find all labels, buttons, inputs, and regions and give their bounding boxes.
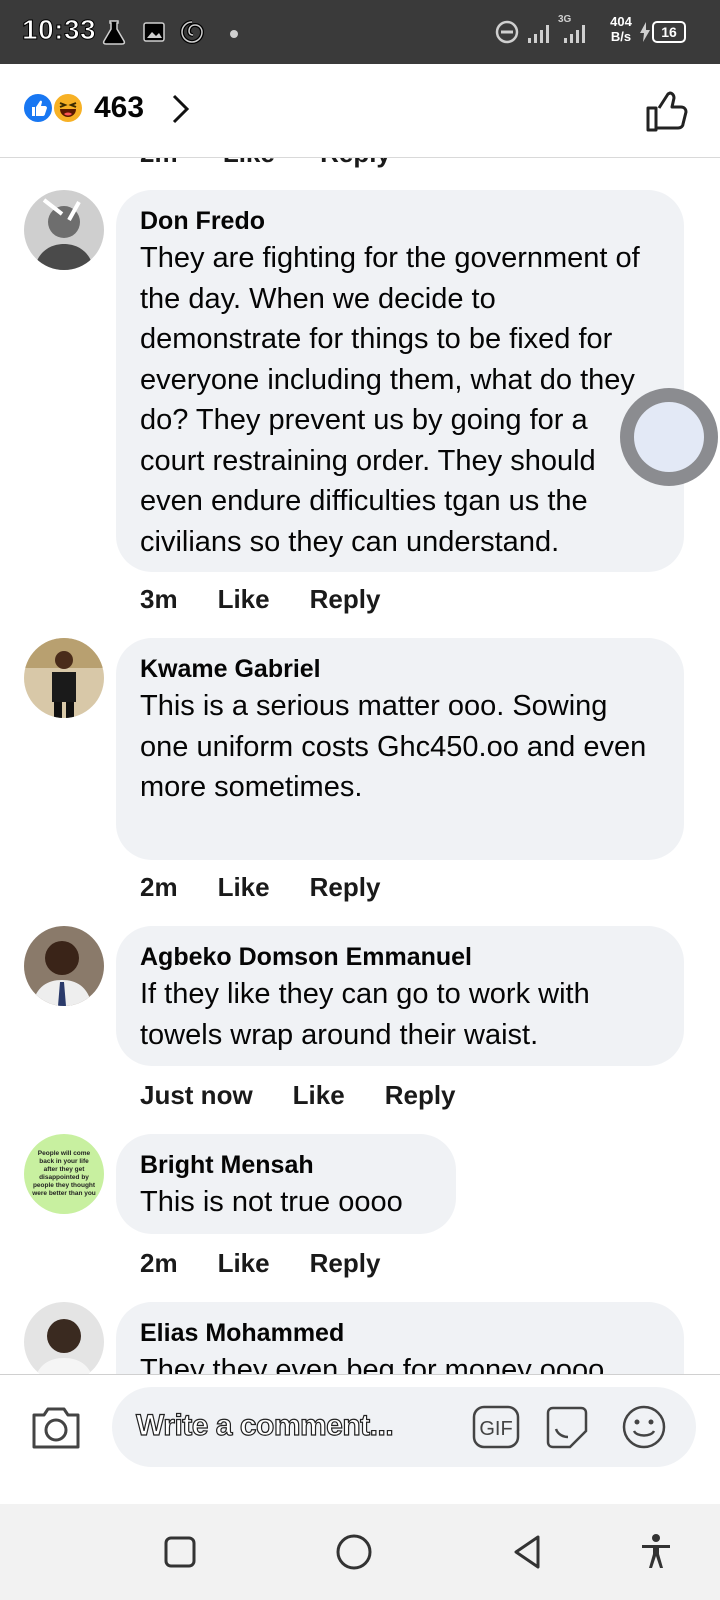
swirl-icon <box>178 18 206 46</box>
comment-author[interactable]: Don Fredo <box>140 204 660 238</box>
touch-indicator <box>620 388 718 486</box>
notification-dot <box>230 30 238 38</box>
comment-author[interactable]: Kwame Gabriel <box>140 652 660 686</box>
comment-time: 2m <box>140 872 178 902</box>
comment-text: If they like they can go to work with to… <box>140 978 590 1051</box>
svg-text:GIF: GIF <box>479 1418 512 1440</box>
comment-actions: 2m Like Reply <box>140 1248 420 1279</box>
comment-time: 2m <box>140 1248 178 1278</box>
clipped-action-row: 2m Like Reply <box>140 158 391 169</box>
comment-text: They are fighting for the government of … <box>140 242 640 558</box>
comment-input[interactable]: Write a comment... GIF <box>112 1387 696 1467</box>
comment-text: This is a serious matter ooo. Sowing one… <box>140 690 647 803</box>
bolt-icon <box>638 18 652 46</box>
network-type: 3G <box>558 14 572 25</box>
gif-icon[interactable]: GIF <box>472 1405 520 1449</box>
thumbs-up-icon[interactable] <box>644 88 690 134</box>
comment-bubble[interactable]: Bright Mensah This is not true oooo <box>116 1134 456 1234</box>
reply-button[interactable]: Reply <box>310 872 381 903</box>
back-icon[interactable] <box>508 1532 548 1572</box>
comment-time: Just now <box>140 1080 253 1110</box>
comment-author[interactable]: Elias Mohammed <box>140 1316 660 1350</box>
reply-button[interactable]: Reply <box>385 1080 456 1111</box>
like-button[interactable]: Like <box>218 1248 270 1279</box>
comment-bubble[interactable]: Agbeko Domson Emmanuel If they like they… <box>116 926 684 1066</box>
status-time: 10:33 <box>21 14 97 46</box>
comment-actions: 2m Like Reply <box>140 872 420 903</box>
accessibility-icon[interactable] <box>636 1532 676 1572</box>
comment-text: This is not true oooo <box>140 1186 403 1218</box>
comment-actions: 3m Like Reply <box>140 584 420 615</box>
reaction-count[interactable]: 463 <box>94 91 144 125</box>
chevron-right-icon[interactable] <box>164 90 198 128</box>
comment-bubble[interactable]: Don Fredo They are fighting for the gove… <box>116 190 684 572</box>
avatar[interactable] <box>24 926 104 1006</box>
sheet-header: 463 <box>0 64 720 158</box>
home-icon[interactable] <box>334 1532 374 1572</box>
avatar[interactable] <box>24 638 104 718</box>
like-button[interactable]: Like <box>218 584 270 615</box>
comment-actions: Just now Like Reply <box>140 1080 496 1111</box>
comment-time: 3m <box>140 584 178 614</box>
haha-reaction-icon <box>52 92 84 124</box>
emoji-icon[interactable] <box>620 1403 668 1451</box>
like-button[interactable]: Like <box>293 1080 345 1111</box>
avatar[interactable] <box>24 1302 104 1382</box>
reply-button[interactable]: Reply <box>310 1248 381 1279</box>
system-nav-bar <box>0 1504 720 1600</box>
status-bar: 10:33 3G 404 B/s 16 <box>0 0 720 64</box>
comment-list[interactable]: 2m Like Reply Don Fredo They are fightin… <box>0 158 720 1438</box>
reply-button[interactable]: Reply <box>310 584 381 615</box>
sticker-icon[interactable] <box>542 1403 592 1453</box>
net-speed: 404 B/s <box>610 14 632 44</box>
comment-placeholder: Write a comment... <box>135 1408 394 1442</box>
avatar-caption: People will come back in your life after… <box>32 1150 96 1197</box>
comment-bubble[interactable]: Kwame Gabriel This is a serious matter o… <box>116 638 684 860</box>
like-button[interactable]: Like <box>218 872 270 903</box>
flask-icon <box>100 18 128 46</box>
comment-composer: Write a comment... GIF <box>0 1374 720 1474</box>
recents-icon[interactable] <box>160 1532 200 1572</box>
comments-sheet: 463 2m Like Reply Don Fredo They are fig… <box>0 64 720 1504</box>
like-reaction-icon <box>22 92 54 124</box>
comment-author[interactable]: Agbeko Domson Emmanuel <box>140 940 660 974</box>
avatar[interactable]: People will come back in your life after… <box>24 1134 104 1214</box>
avatar[interactable] <box>24 190 104 270</box>
battery-icon: 16 <box>652 21 686 43</box>
dnd-icon <box>494 18 520 46</box>
camera-icon[interactable] <box>30 1403 82 1451</box>
image-icon <box>140 18 168 46</box>
comment-author[interactable]: Bright Mensah <box>140 1148 432 1182</box>
